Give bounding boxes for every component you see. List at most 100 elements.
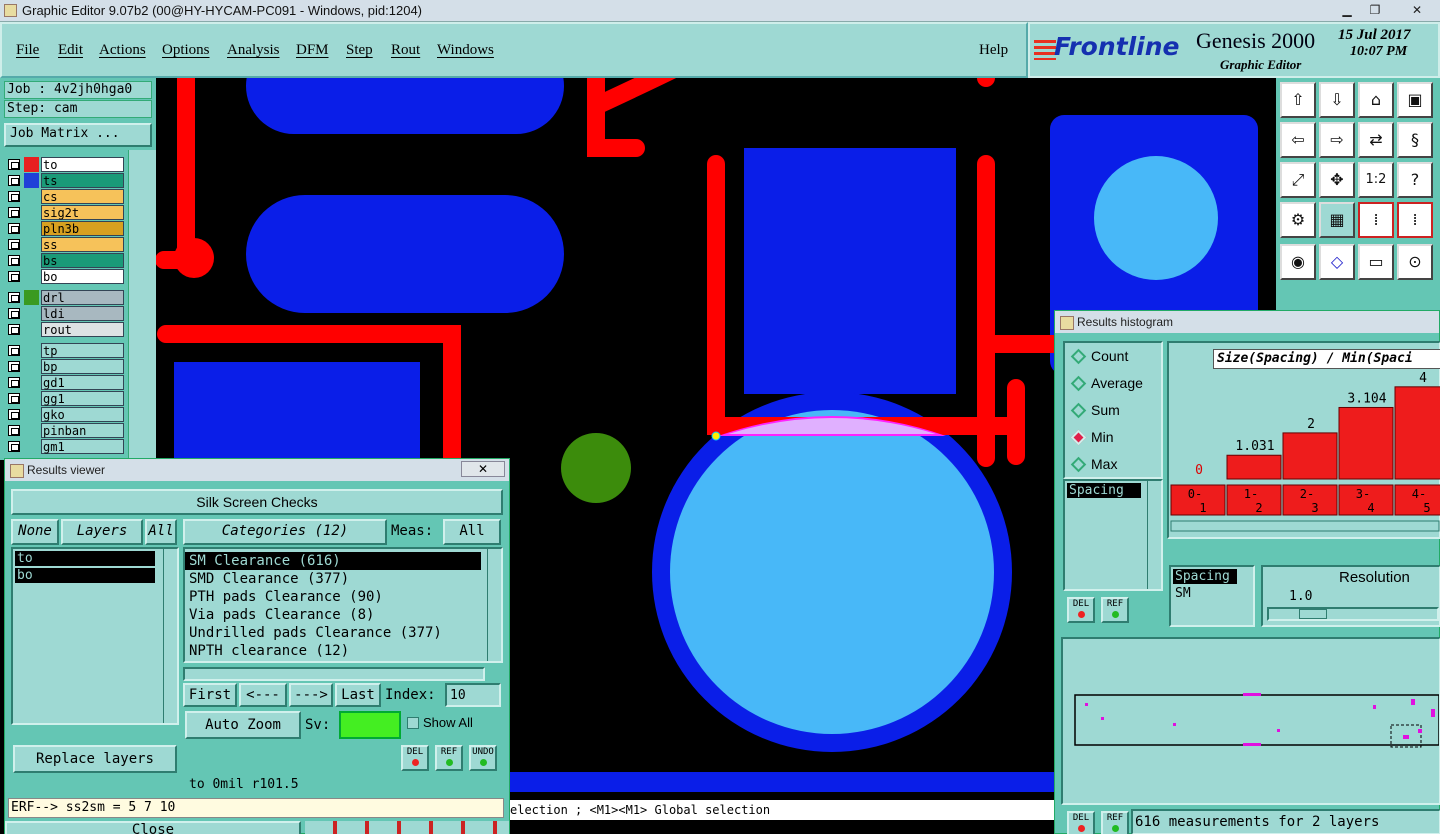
layer-name[interactable]: cs: [41, 189, 124, 204]
zoom-center-icon[interactable]: ✥: [1319, 162, 1355, 198]
sv-color-select[interactable]: [339, 711, 401, 739]
ref-button[interactable]: REF: [435, 745, 463, 771]
layer-row[interactable]: ldi: [6, 306, 124, 321]
menu-actions[interactable]: Actions: [99, 42, 146, 59]
hist-del-button[interactable]: DEL: [1067, 597, 1095, 623]
layer-color-swatch[interactable]: [24, 306, 39, 321]
layer-checkbox[interactable]: [8, 361, 20, 372]
type-item[interactable]: SM: [1173, 586, 1237, 601]
menu-dfm[interactable]: DFM: [296, 42, 329, 59]
target-icon[interactable]: ⊙: [1397, 244, 1433, 280]
layer-checkbox[interactable]: [8, 425, 20, 436]
job-matrix-button[interactable]: Job Matrix ...: [4, 123, 152, 147]
help-icon[interactable]: ?: [1397, 162, 1433, 198]
menu-options[interactable]: Options: [162, 42, 210, 59]
layer-color-swatch[interactable]: [24, 407, 39, 422]
layer-list-scrollbar[interactable]: [163, 549, 177, 723]
close-button[interactable]: Close: [5, 821, 301, 834]
layer-checkbox[interactable]: [8, 409, 20, 420]
zoom-fit-icon[interactable]: ⤢: [1280, 162, 1316, 198]
mode-option[interactable]: Average: [1065, 370, 1161, 397]
layer-checkbox[interactable]: [8, 223, 20, 234]
layer-row[interactable]: gd1: [6, 375, 124, 390]
layer-color-swatch[interactable]: [24, 205, 39, 220]
layer-checkbox[interactable]: [8, 308, 20, 319]
next-button[interactable]: --->: [289, 683, 333, 707]
del-button[interactable]: DEL: [401, 745, 429, 771]
pan-down-icon[interactable]: ⇩: [1319, 82, 1355, 118]
mode-option[interactable]: Count: [1065, 343, 1161, 370]
layer-color-swatch[interactable]: [24, 423, 39, 438]
menu-step[interactable]: Step: [346, 42, 373, 59]
histogram-bar[interactable]: [1282, 432, 1338, 480]
radio-diamond-icon[interactable]: [1070, 348, 1087, 365]
overview-del-button[interactable]: DEL: [1067, 811, 1095, 834]
layer-name[interactable]: rout: [41, 322, 124, 337]
snap2-icon[interactable]: ⁞: [1397, 202, 1433, 238]
hist-ref-button[interactable]: REF: [1101, 597, 1129, 623]
layer-color-swatch[interactable]: [24, 439, 39, 454]
all-button[interactable]: All: [145, 519, 177, 545]
radio-diamond-icon[interactable]: [1070, 375, 1087, 392]
category-item[interactable]: NPTH clearance (12): [185, 642, 481, 660]
layer-checkbox[interactable]: [8, 324, 20, 335]
none-button[interactable]: None: [11, 519, 59, 545]
mode-option[interactable]: Sum: [1065, 397, 1161, 424]
index-input[interactable]: [445, 683, 501, 707]
overview-ref-button[interactable]: REF: [1101, 811, 1129, 834]
type-item[interactable]: Spacing: [1173, 569, 1237, 584]
field-list[interactable]: Spacing: [1063, 479, 1163, 591]
layer-name[interactable]: bs: [41, 253, 124, 268]
mode-option[interactable]: Max: [1065, 451, 1161, 478]
layer-name[interactable]: bo: [41, 269, 124, 284]
layer-checkbox[interactable]: [8, 159, 20, 170]
layer-name[interactable]: gko: [41, 407, 124, 422]
window-icon[interactable]: ▣: [1397, 82, 1433, 118]
menu-windows[interactable]: Windows: [437, 42, 494, 59]
layer-row[interactable]: gko: [6, 407, 124, 422]
layers-button[interactable]: Layers: [61, 519, 143, 545]
layer-name[interactable]: sig2t: [41, 205, 124, 220]
layer-row[interactable]: tp: [6, 343, 124, 358]
layer-name[interactable]: ss: [41, 237, 124, 252]
category-list[interactable]: SM Clearance (616) SMD Clearance (377) PTH…: [183, 547, 503, 663]
menu-help[interactable]: Help: [979, 42, 1008, 59]
first-button[interactable]: First: [183, 683, 237, 707]
home-icon[interactable]: ⌂: [1358, 82, 1394, 118]
menu-file[interactable]: File: [16, 42, 39, 59]
layer-color-swatch[interactable]: [24, 237, 39, 252]
category-item[interactable]: SM Clearance (616): [185, 552, 481, 570]
histogram-bar[interactable]: [1394, 386, 1440, 480]
layer-color-swatch[interactable]: [24, 269, 39, 284]
layer-row[interactable]: to: [6, 157, 124, 172]
layer-color-swatch[interactable]: [24, 221, 39, 236]
result-layer-item[interactable]: bo: [15, 568, 155, 583]
layer-color-swatch[interactable]: [24, 343, 39, 358]
layer-checkbox[interactable]: [8, 191, 20, 202]
layer-color-swatch[interactable]: [24, 359, 39, 374]
layer-checkbox[interactable]: [8, 239, 20, 250]
layer-color-swatch[interactable]: [24, 391, 39, 406]
layer-color-swatch[interactable]: [24, 173, 39, 188]
layer-row[interactable]: gg1: [6, 391, 124, 406]
category-hscroll[interactable]: [183, 667, 485, 681]
layer-name[interactable]: pinban: [41, 423, 124, 438]
layer-row[interactable]: bs: [6, 253, 124, 268]
menu-edit[interactable]: Edit: [58, 42, 83, 59]
auto-zoom-select[interactable]: Auto Zoom: [185, 711, 301, 739]
layer-name[interactable]: gg1: [41, 391, 124, 406]
layer-color-swatch[interactable]: [24, 290, 39, 305]
undo-button[interactable]: UNDO: [469, 745, 497, 771]
histogram-bar[interactable]: [1226, 454, 1282, 480]
category-item[interactable]: SMD Clearance (377): [185, 570, 481, 588]
layer-row[interactable]: gm1: [6, 439, 124, 454]
layer-color-swatch[interactable]: [24, 322, 39, 337]
radio-diamond-icon[interactable]: [1070, 456, 1087, 473]
layer-checkbox[interactable]: [8, 292, 20, 303]
field-list-item[interactable]: Spacing: [1067, 483, 1141, 498]
layer-row[interactable]: pinban: [6, 423, 124, 438]
layer-color-swatch[interactable]: [24, 253, 39, 268]
radio-diamond-icon[interactable]: [1070, 429, 1087, 446]
category-item[interactable]: Via pads Clearance (8): [185, 606, 481, 624]
layer-row[interactable]: cs: [6, 189, 124, 204]
